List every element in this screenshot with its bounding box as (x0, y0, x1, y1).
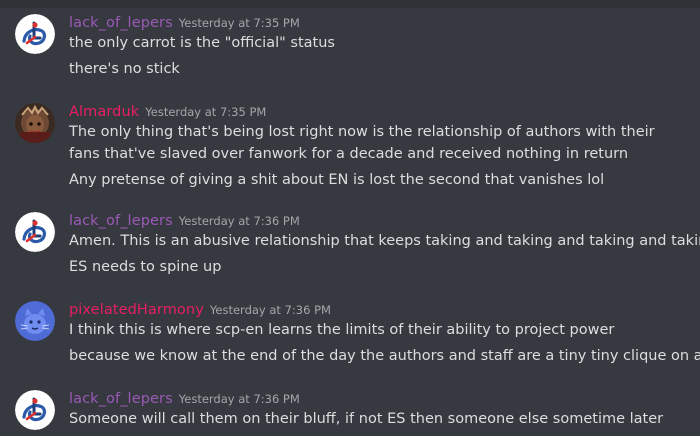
message-text: there's no stick (69, 61, 180, 77)
lepers-avatar-icon (15, 14, 55, 54)
avatar[interactable] (15, 212, 55, 252)
username[interactable]: lack_of_lepers (69, 15, 173, 31)
message-text: Amen. This is an abusive relationship th… (69, 233, 700, 249)
almarduk-avatar-icon (15, 103, 55, 143)
timestamp[interactable]: Yesterday at 7:36 PM (179, 392, 300, 406)
message-header: lack_of_lepers Yesterday at 7:36 PM (69, 210, 300, 230)
lepers-avatar-icon (15, 212, 55, 252)
message-header: Almarduk Yesterday at 7:35 PM (69, 101, 266, 121)
username[interactable]: Almarduk (69, 104, 139, 120)
message-text: The only thing that's being lost right n… (69, 124, 655, 162)
lepers-avatar-icon (15, 390, 55, 430)
timestamp[interactable]: Yesterday at 7:35 PM (145, 105, 266, 119)
message-group: pixelatedHarmony Yesterday at 7:36 PM I t… (0, 299, 700, 379)
avatar[interactable] (15, 301, 55, 341)
username[interactable]: lack_of_lepers (69, 213, 173, 229)
timestamp[interactable]: Yesterday at 7:35 PM (179, 16, 300, 30)
avatar[interactable] (15, 103, 55, 143)
username[interactable]: lack_of_lepers (69, 391, 173, 407)
cat-avatar-icon (15, 301, 55, 341)
message-group: lack_of_lepers Yesterday at 7:35 PM the o… (0, 12, 700, 92)
message-group: Almarduk Yesterday at 7:35 PM The only th… (0, 101, 700, 197)
message-text: ES needs to spine up (69, 259, 222, 275)
chat-message-list[interactable]: lack_of_lepers Yesterday at 7:35 PM the o… (0, 0, 700, 436)
message-header: lack_of_lepers Yesterday at 7:36 PM (69, 388, 300, 408)
message-header: lack_of_lepers Yesterday at 7:35 PM (69, 12, 300, 32)
timestamp[interactable]: Yesterday at 7:36 PM (210, 303, 331, 317)
message-text: because we know at the end of the day th… (69, 348, 700, 364)
top-divider (0, 0, 700, 8)
message-header: pixelatedHarmony Yesterday at 7:36 PM (69, 299, 331, 319)
timestamp[interactable]: Yesterday at 7:36 PM (179, 214, 300, 228)
avatar[interactable] (15, 390, 55, 430)
message-group: lack_of_lepers Yesterday at 7:36 PM Someo… (0, 388, 700, 436)
message-text: the only carrot is the "official" status (69, 35, 335, 51)
message-text: Any pretense of giving a shit about EN i… (69, 172, 605, 188)
message-group: lack_of_lepers Yesterday at 7:36 PM Amen.… (0, 210, 700, 288)
avatar[interactable] (15, 14, 55, 54)
username[interactable]: pixelatedHarmony (69, 302, 204, 318)
message-text: Someone will call them on their bluff, i… (69, 411, 664, 427)
message-text: I think this is where scp-en learns the … (69, 322, 615, 338)
